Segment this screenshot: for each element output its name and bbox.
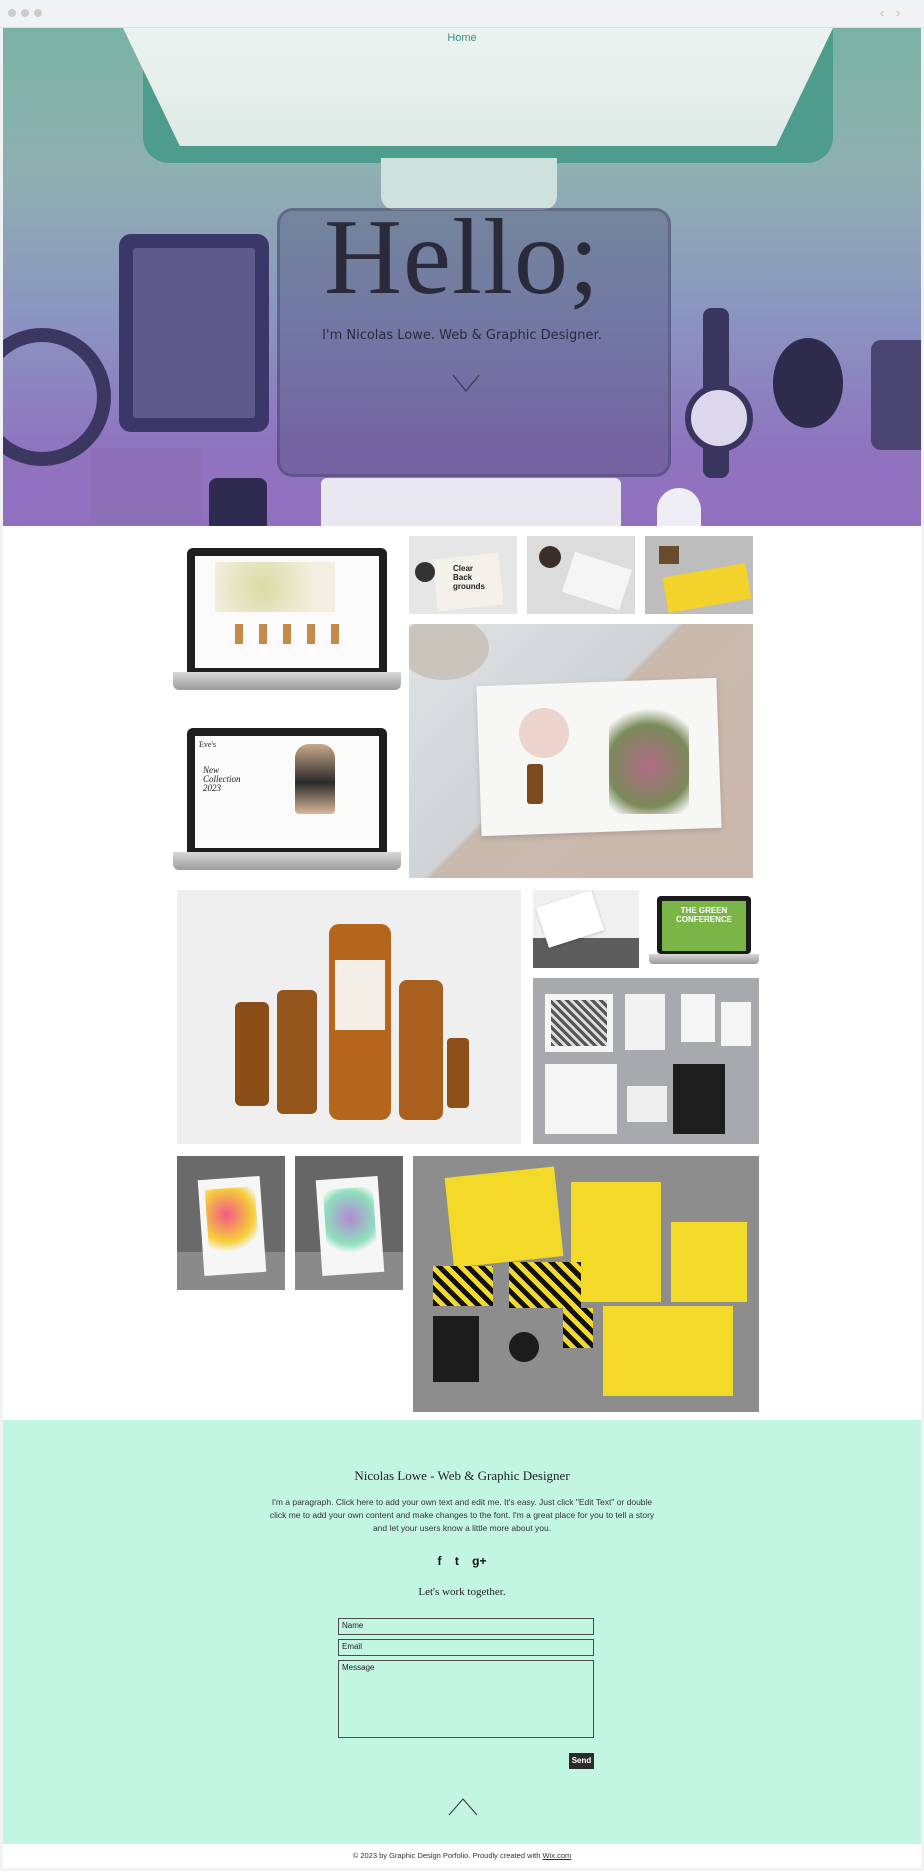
send-button[interactable]: Send xyxy=(569,1753,594,1769)
wix-link[interactable]: Wix.com xyxy=(543,1851,572,1860)
browser-chrome: ‹ › xyxy=(0,0,924,28)
gallery-item-label: New Collection 2023 xyxy=(203,765,241,793)
gallery-item-stationery[interactable] xyxy=(533,978,759,1144)
gallery-item-yellow-branding[interactable] xyxy=(413,1156,759,1412)
hero-notebook-image xyxy=(91,448,201,526)
social-bar: f t g+ xyxy=(3,1554,921,1568)
copyright-text: © 2023 by Graphic Design Porfolio. Proud… xyxy=(352,1851,543,1860)
page: Home Hello; I'm Nicolas Lowe. Web & Grap… xyxy=(3,28,921,1868)
hero-section: Home Hello; I'm Nicolas Lowe. Web & Grap… xyxy=(3,28,921,526)
gallery-item-label: Eve's xyxy=(199,740,216,749)
gallery-item-bottles[interactable] xyxy=(177,890,521,1144)
google-plus-icon[interactable]: g+ xyxy=(472,1554,486,1568)
hero-sunglasses-image xyxy=(773,338,843,428)
gallery-item-laptop-floral[interactable] xyxy=(173,548,401,690)
footer-section: Nicolas Lowe - Web & Graphic Designer I'… xyxy=(3,1420,921,1844)
hero-screen-image xyxy=(123,28,833,146)
chevron-down-icon[interactable] xyxy=(451,372,481,394)
chevron-up-icon[interactable] xyxy=(447,1796,479,1818)
window-dot xyxy=(34,9,42,17)
gallery-item-botanical-book[interactable] xyxy=(409,624,753,878)
copyright: © 2023 by Graphic Design Porfolio. Proud… xyxy=(3,1844,921,1868)
hero-phone-image xyxy=(209,478,267,526)
gallery-item-print-sketch[interactable] xyxy=(527,536,635,614)
gallery-item-yellow-cards[interactable] xyxy=(645,536,753,614)
footer-paragraph: I'm a paragraph. Click here to add your … xyxy=(269,1497,655,1533)
hero-title: Hello; xyxy=(324,198,600,317)
facebook-icon[interactable]: f xyxy=(437,1554,441,1568)
message-field[interactable]: Message xyxy=(338,1660,594,1738)
twitter-icon[interactable]: t xyxy=(455,1554,459,1568)
hero-watch-image xyxy=(685,384,753,452)
gallery-item-poster-pink[interactable] xyxy=(177,1156,285,1290)
email-field[interactable]: Email xyxy=(338,1639,594,1656)
gallery-item-clear-backgrounds[interactable]: Clear Back grounds xyxy=(409,536,517,614)
hero-camera-image xyxy=(871,340,921,450)
nav-home-link[interactable]: Home xyxy=(3,32,921,44)
gallery-item-green-conference[interactable]: THE GREEN CONFERENCE xyxy=(649,890,759,968)
contact-heading: Let's work together. xyxy=(418,1586,506,1598)
gallery-item-business-card[interactable] xyxy=(533,890,639,968)
hero-headphone-image xyxy=(3,328,111,466)
hero-mouse-image xyxy=(657,488,701,526)
name-field[interactable]: Name xyxy=(338,1618,594,1635)
hero-subtitle: I'm Nicolas Lowe. Web & Graphic Designer… xyxy=(322,328,602,343)
chevron-left-icon[interactable]: ‹ xyxy=(880,6,884,20)
chevron-right-icon[interactable]: › xyxy=(896,6,900,20)
gallery-item-poster-green[interactable] xyxy=(295,1156,403,1290)
gallery-item-label: THE GREEN CONFERENCE xyxy=(675,906,732,924)
window-dot xyxy=(21,9,29,17)
footer-title: Nicolas Lowe - Web & Graphic Designer xyxy=(354,1468,570,1483)
gallery-item-label: Clear Back grounds xyxy=(453,564,485,591)
window-dot xyxy=(8,9,16,17)
gallery-item-laptop-fashion[interactable]: Eve's New Collection 2023 xyxy=(173,728,401,870)
hero-keyboard-image xyxy=(321,478,621,526)
